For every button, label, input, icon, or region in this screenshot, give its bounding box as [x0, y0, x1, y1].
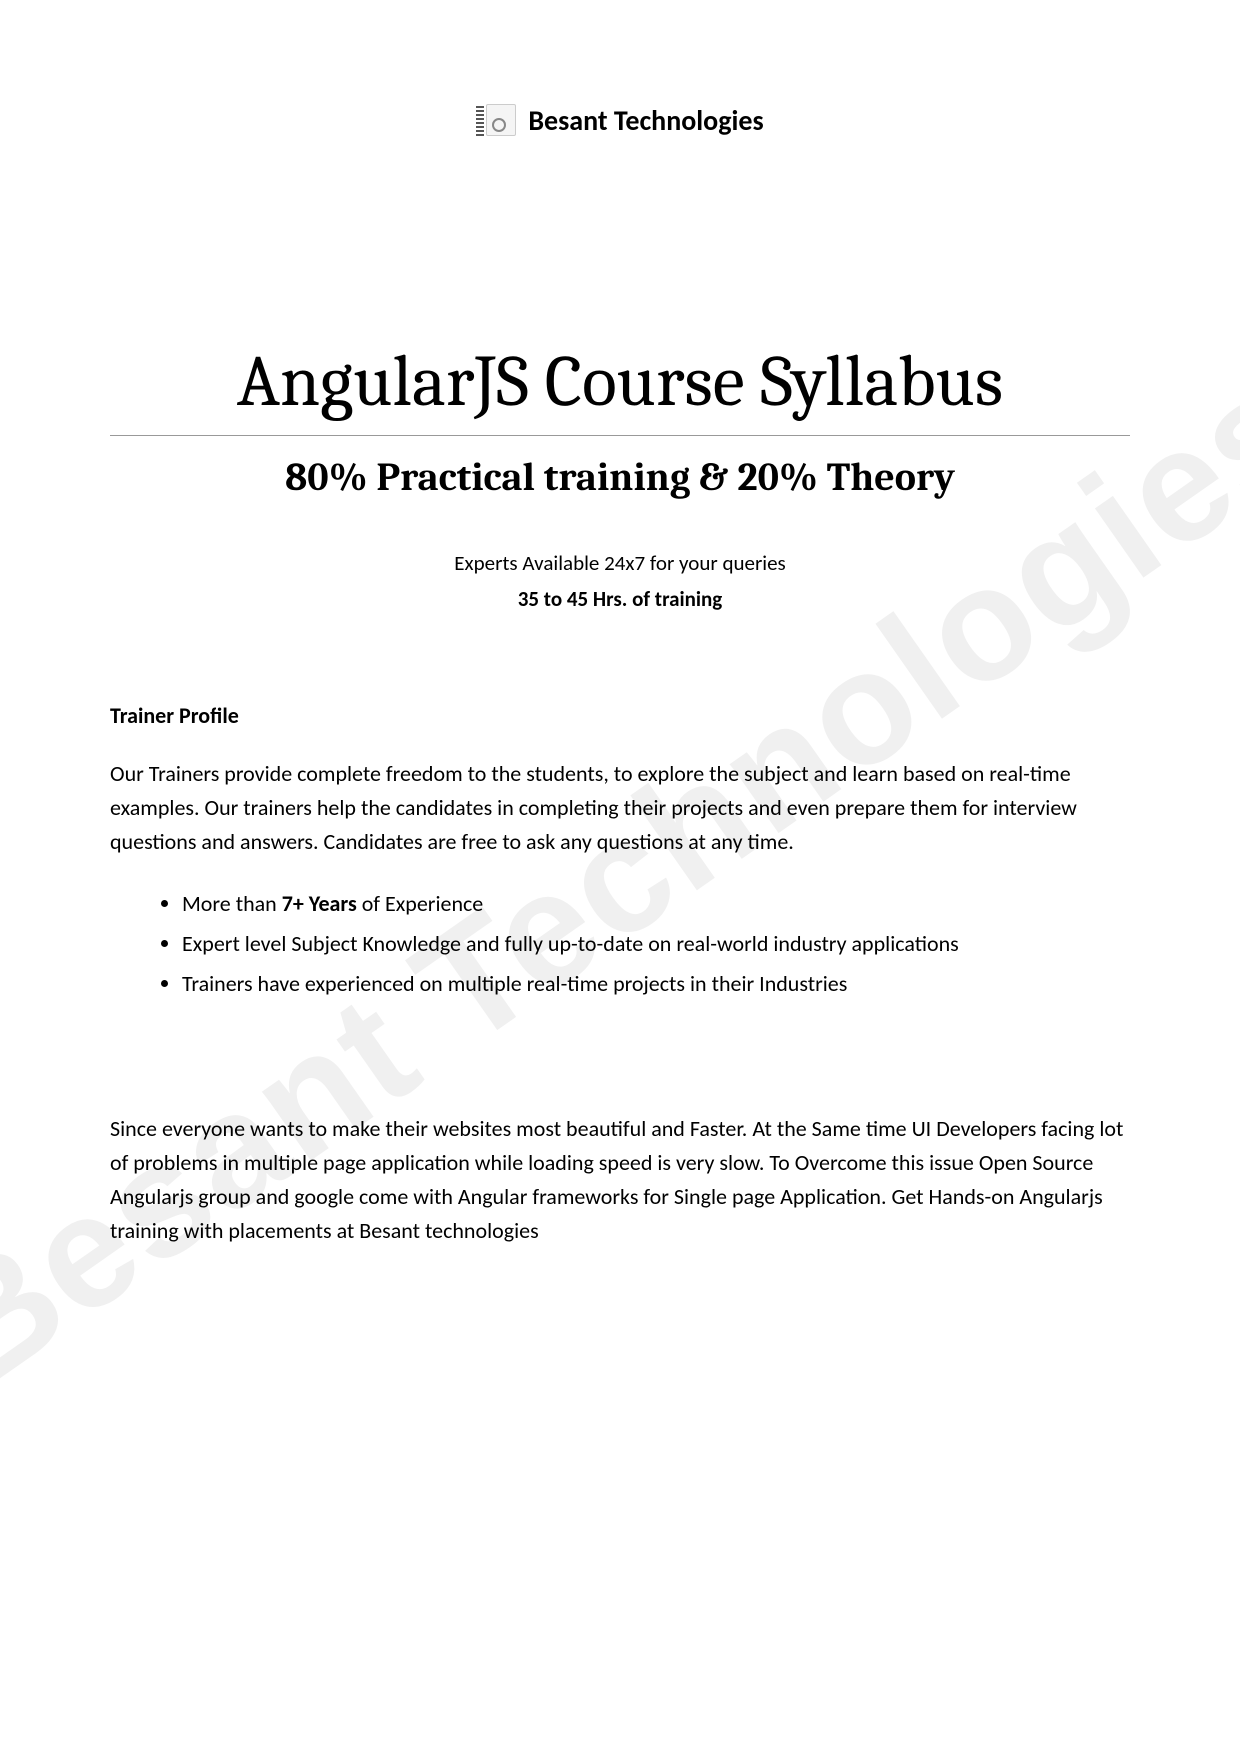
page-title: AngularJS Course Syllabus — [110, 340, 1130, 423]
page-content: Besant Technologies AngularJS Course Syl… — [110, 100, 1130, 1248]
availability-text: Experts Available 24x7 for your queries — [110, 550, 1130, 576]
bullet-prefix: Expert level Subject Knowledge and fully… — [182, 930, 959, 957]
duration-text: 35 to 45 Hrs. of training — [110, 586, 1130, 612]
bullet-prefix: Trainers have experienced on multiple re… — [182, 970, 847, 997]
bullet-prefix: More than — [182, 890, 282, 917]
company-name: Besant Technologies — [528, 103, 763, 138]
footer-paragraph: Since everyone wants to make their websi… — [110, 1112, 1130, 1248]
bullet-bold: 7+ Years — [282, 890, 357, 917]
list-item: More than 7+ Years of Experience — [182, 887, 1130, 921]
trainer-profile-heading: Trainer Profile — [110, 702, 1130, 729]
title-divider — [110, 435, 1130, 436]
list-item: Expert level Subject Knowledge and fully… — [182, 927, 1130, 961]
trainer-profile-description: Our Trainers provide complete freedom to… — [110, 757, 1130, 859]
logo-header: Besant Technologies — [110, 100, 1130, 140]
list-item: Trainers have experienced on multiple re… — [182, 967, 1130, 1001]
trainer-bullet-list: More than 7+ Years of Experience Expert … — [110, 887, 1130, 1001]
company-logo-icon — [476, 100, 516, 140]
bullet-suffix: of Experience — [357, 890, 484, 917]
page-subtitle: 80% Practical training & 20% Theory — [110, 454, 1130, 500]
